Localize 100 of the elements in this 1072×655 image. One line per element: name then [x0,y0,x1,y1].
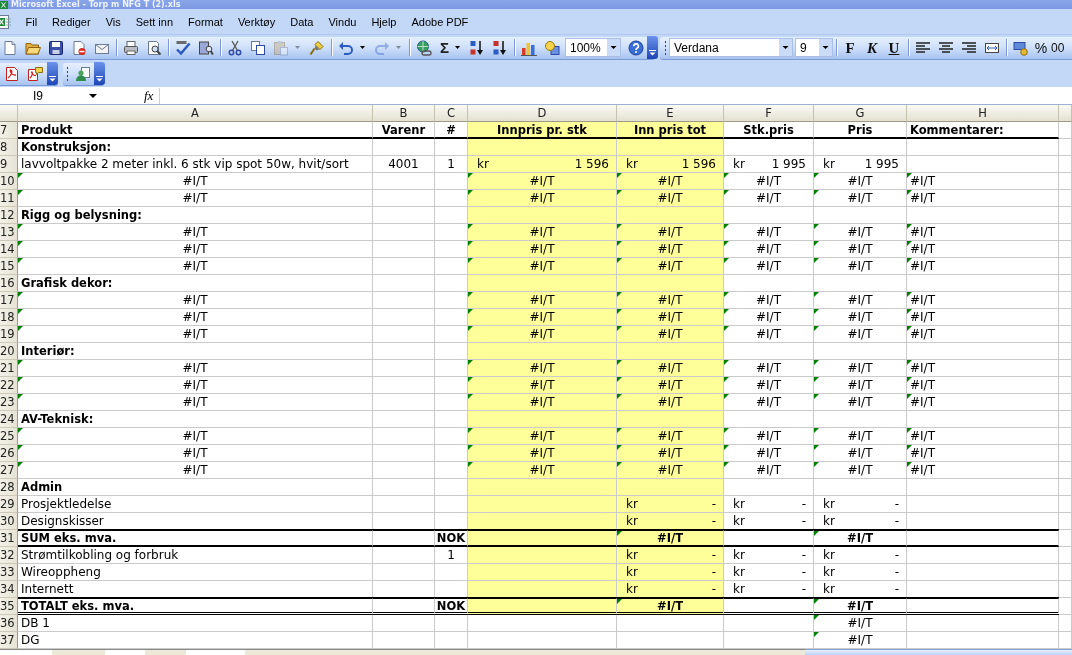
column-header[interactable]: F [724,105,814,122]
new-document-icon[interactable] [1,39,18,56]
row-header[interactable]: 19 [0,326,18,343]
row-header[interactable]: 25 [0,428,18,445]
sheet-cell[interactable]: #I/T [18,360,373,377]
sheet-cell[interactable]: #I/T [724,394,814,411]
sheet-cell[interactable]: #I/T [617,428,724,445]
sheet-cell[interactable] [724,530,814,547]
sheet-cell[interactable] [373,598,435,615]
sheet-cell[interactable]: TOTALT eks. mva. [18,598,373,615]
toolbar-grip[interactable] [664,40,667,55]
sheet-cell[interactable]: #I/T [18,309,373,326]
sheet-cell[interactable]: #I/T [617,173,724,190]
sheet-cell[interactable]: kr - [724,547,814,564]
sheet-cell[interactable]: #I/T [468,445,617,462]
sheet-cell[interactable]: kr - [814,564,907,581]
save-icon[interactable] [47,39,64,56]
sort-descending-icon[interactable] [491,39,508,56]
spreadsheet-icon[interactable] [0,13,12,30]
row-header[interactable]: 34 [0,581,18,598]
percent-button[interactable]: % [1032,39,1050,56]
sheet-cell[interactable]: kr 1 995 [724,156,814,173]
row-header[interactable]: 18 [0,309,18,326]
sheet-cell[interactable]: #I/T [18,445,373,462]
toolbar-options-button[interactable] [647,36,658,59]
row-header[interactable]: 37 [0,632,18,649]
row-header[interactable]: 32 [0,547,18,564]
row-header[interactable]: 9 [0,156,18,173]
help-icon[interactable] [627,39,644,56]
menu-item[interactable]: Sett inn [128,15,181,28]
sheet-cell[interactable]: #I/T [907,173,1059,190]
column-header[interactable]: A [18,105,373,122]
align-center-icon[interactable] [937,39,954,56]
sheet-cell[interactable]: #I/T [907,224,1059,241]
sheet-cell[interactable]: #I/T [468,190,617,207]
italic-button[interactable]: K [861,39,883,56]
caret-icon[interactable] [455,46,460,49]
sheet-cell[interactable]: #I/T [617,258,724,275]
sheet-cell[interactable]: Inn pris tot [617,122,724,139]
scissors-icon[interactable] [226,39,243,56]
sheet-cell[interactable]: #I/T [468,224,617,241]
sheet-cell[interactable]: #I/T [814,190,907,207]
sheet-cell[interactable]: #I/T [617,190,724,207]
align-right-icon[interactable] [960,39,977,56]
sheet-cell[interactable]: kr - [814,581,907,598]
row-header[interactable]: 7 [0,122,18,139]
document-restricted-icon[interactable] [70,39,87,56]
sheet-cell[interactable]: Produkt [18,122,373,139]
sheet-cell[interactable]: #I/T [18,326,373,343]
sheet-cell[interactable]: #I/T [814,615,907,632]
row-header[interactable]: 24 [0,411,18,428]
sheet-cell[interactable]: #I/T [18,394,373,411]
menu-item[interactable]: Verktøy [230,15,283,28]
sheet-cell[interactable]: kr - [724,564,814,581]
menu-item[interactable]: Hjelp [363,15,404,28]
sheet-cell[interactable] [907,530,1059,547]
sheet-cell[interactable]: Pris [814,122,907,139]
underline-button[interactable]: U [883,39,905,56]
row-header[interactable]: 15 [0,258,18,275]
sheet-cell[interactable]: #I/T [814,258,907,275]
menu-item[interactable]: Adobe PDF [403,15,476,28]
sheet-cell[interactable]: SUM eks. mva. [18,530,373,547]
row-header[interactable]: 30 [0,513,18,530]
row-header[interactable]: 13 [0,224,18,241]
sheet-cell[interactable]: kr 1 596 [617,156,724,173]
menu-item[interactable]: Data [282,15,321,28]
sheet-cell[interactable]: #I/T [814,173,907,190]
autosum-button[interactable]: Σ [435,39,452,56]
brush-icon[interactable] [308,39,325,56]
spreadsheet-icon[interactable] [0,0,8,9]
sheet-cell[interactable]: #I/T [907,360,1059,377]
sheet-cell[interactable]: kr 1 995 [814,156,907,173]
sheet-cell[interactable]: #I/T [468,309,617,326]
sheet-cell[interactable]: AV-Teknisk: [18,411,373,428]
sheet-cell[interactable]: #I/T [907,258,1059,275]
row-header[interactable]: 35 [0,598,18,615]
sheet-cell[interactable]: #I/T [18,258,373,275]
sheet-cell[interactable]: Internett [18,581,373,598]
column-header[interactable]: C [435,105,468,122]
row-header[interactable]: 23 [0,394,18,411]
sheet-cell[interactable]: #I/T [617,360,724,377]
print-icon[interactable] [122,39,139,56]
person-document-icon[interactable] [74,65,91,82]
sheet-cell[interactable] [907,598,1059,615]
sheet-cell[interactable]: #I/T [18,241,373,258]
column-header[interactable]: H [907,105,1059,122]
bold-button[interactable]: F [839,39,861,56]
sheet-cell[interactable]: DB 1 [18,615,373,632]
row-header[interactable]: 33 [0,564,18,581]
sheet-cell[interactable]: #I/T [18,462,373,479]
row-header[interactable]: 29 [0,496,18,513]
sheet-cell[interactable]: #I/T [907,462,1059,479]
sheet-cell[interactable]: #I/T [617,394,724,411]
sheet-cell[interactable]: #I/T [468,360,617,377]
name-box[interactable]: I9 [0,87,80,104]
sheet-cell[interactable]: #I/T [814,241,907,258]
menu-item[interactable]: Format [180,15,231,28]
sheet-cell[interactable]: #I/T [724,173,814,190]
copy-icon[interactable] [249,39,266,56]
sheet-cell[interactable]: Konstruksjon: [18,139,373,156]
